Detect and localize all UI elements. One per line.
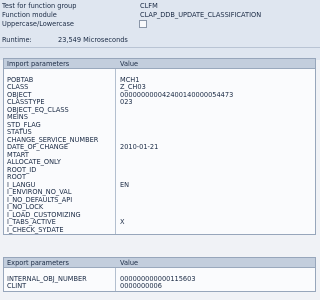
export-table-header: Export parameters Value [4, 258, 315, 268]
table-row: CLINT 0000000006 [4, 282, 315, 291]
table-row: STD_FLAG [4, 121, 315, 130]
import-table-header: Import parameters Value [4, 59, 315, 69]
runtime-label: Runtime: [2, 36, 32, 44]
table-row [4, 69, 315, 77]
import-parameters-table: Import parameters Value POBTAB MCH1 CLASS Z… [3, 58, 316, 235]
table-row: ALLOCATE_ONLY [4, 158, 315, 167]
parameter-value: 2010-01-21 [120, 143, 159, 151]
import-table-body: POBTAB MCH1 CLASS Z_CH03 OBJECT 0000000000424… [4, 69, 315, 234]
test-value: CLFM [140, 2, 158, 10]
test-label: Test for function group [2, 2, 77, 10]
table-row: I_NO_DEFAULTS_API [4, 196, 315, 205]
parameter-value: X [120, 218, 125, 226]
table-row: OBJECT 000000000042400140000054473 [4, 90, 315, 100]
parameter-value: 023 [120, 98, 133, 106]
table-row: OBJECT_EQ_CLASS [4, 106, 315, 115]
header-panel: Test for function group CLFM Function mo… [0, 0, 320, 60]
runtime-value: 23,549 Microseconds [58, 36, 128, 44]
table-row: ROOT_ID [4, 166, 315, 175]
export-parameters-table: Export parameters Value INTERNAL_OBJ_NUM… [3, 257, 316, 292]
import-col-name-header: Import parameters [7, 60, 70, 68]
table-row: MEINS [4, 113, 315, 122]
export-col-value-header: Value [120, 259, 139, 267]
table-row: ROOT [4, 173, 315, 182]
table-row: I_CHECK_SYDATE [4, 225, 315, 235]
table-row: DATE_OF_CHANGE 2010-01-21 [4, 143, 315, 152]
parameter-value: EN [120, 180, 130, 189]
header-divider [0, 47, 320, 48]
module-label: Function module [2, 11, 57, 19]
parameter-value: 000000000042400140000054473 [120, 90, 234, 99]
parameter-name: CLINT [7, 282, 27, 290]
export-table-body: INTERNAL_OBJ_NUMBER 000000000000115603 CLI… [4, 268, 315, 291]
uppercase-lowercase-checkbox[interactable] [139, 20, 147, 28]
module-value: CLAP_DDB_UPDATE_CLASSIFICATION [140, 11, 262, 19]
import-col-value-header: Value [120, 60, 139, 68]
export-col-name-header: Export parameters [7, 259, 69, 267]
parameter-value: 0000000006 [120, 282, 162, 290]
parameter-name: I_CHECK_SYDATE [7, 225, 64, 234]
case-label: Uppercase/Lowercase [2, 20, 74, 28]
table-row: POBTAB MCH1 [4, 76, 315, 85]
